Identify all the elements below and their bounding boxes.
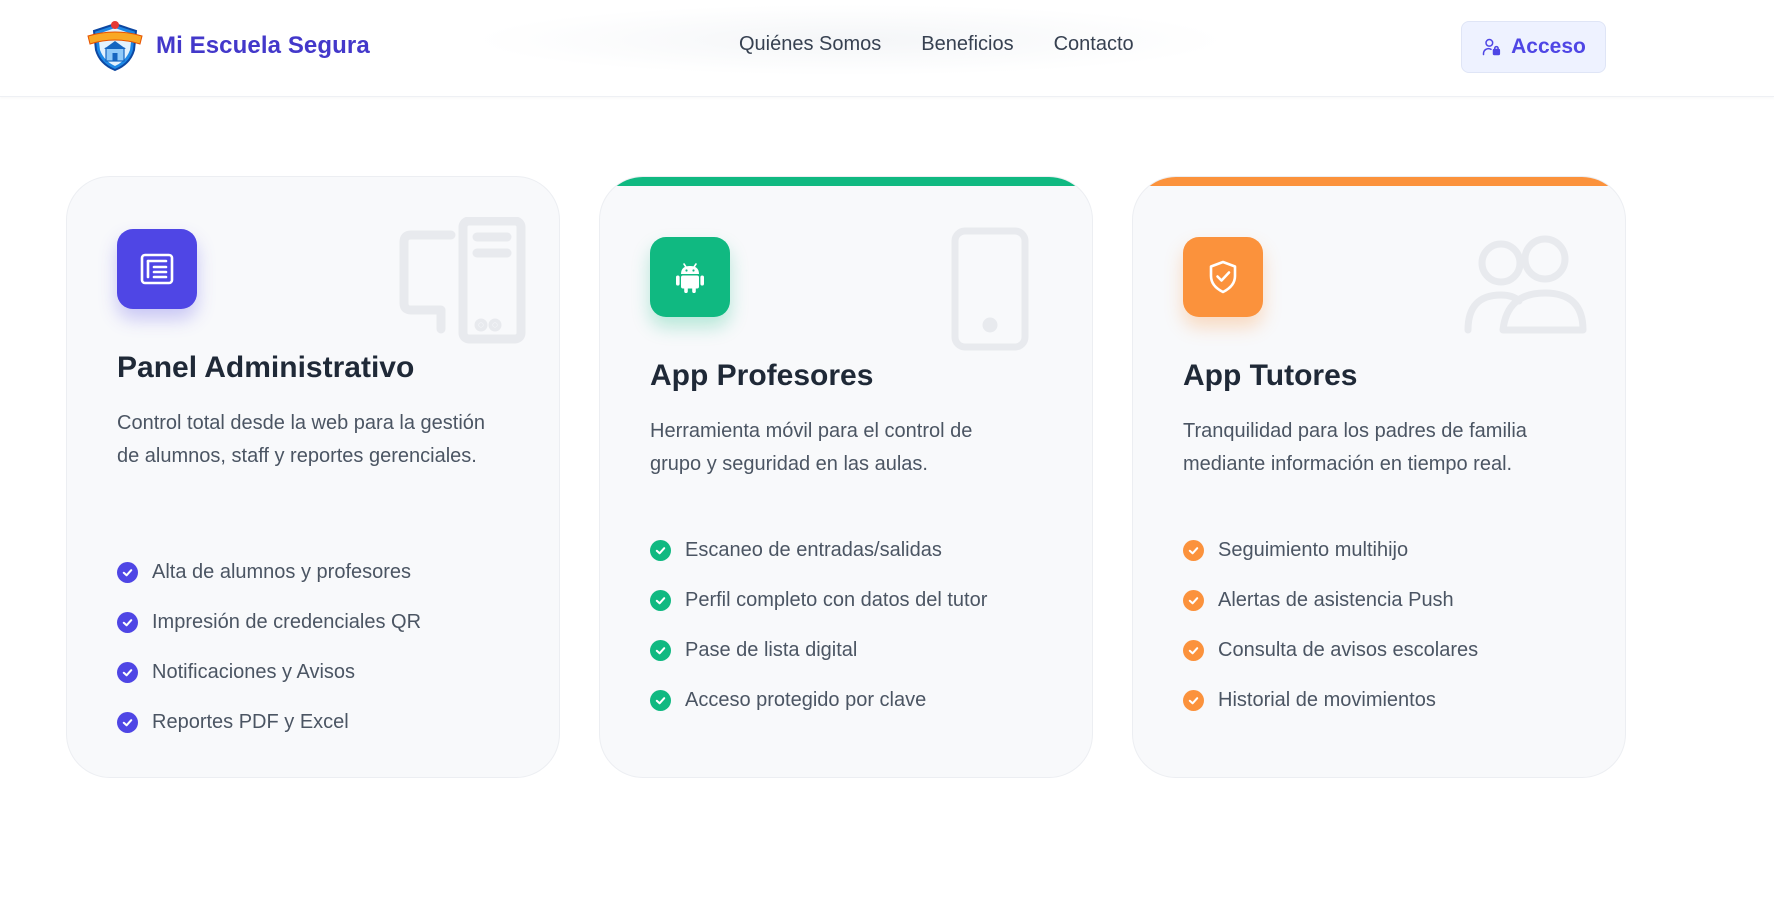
check-circle-icon — [117, 561, 138, 583]
feature-item: Impresión de credenciales QR — [117, 597, 421, 647]
card-icon-tile — [1183, 237, 1263, 317]
site-header: Mi Escuela Segura Quiénes Somos Benefici… — [0, 0, 1774, 97]
feature-item: Reportes PDF y Excel — [117, 697, 421, 747]
check-circle-icon — [650, 539, 671, 561]
check-circle-icon — [1183, 539, 1204, 561]
feature-text: Alertas de asistencia Push — [1218, 588, 1454, 611]
feature-text: Alta de alumnos y profesores — [152, 560, 412, 583]
feature-list: Escaneo de entradas/salidas Perfil compl… — [650, 525, 987, 725]
school-shield-logo-icon — [87, 21, 143, 72]
feature-text: Seguimiento multihijo — [1218, 538, 1409, 561]
card-app-profesores: App Profesores Herramienta móvil para el… — [599, 176, 1093, 778]
feature-item: Notificaciones y Avisos — [117, 647, 421, 697]
nav-link-quienes-somos[interactable]: Quiénes Somos — [739, 33, 881, 56]
feature-text: Pase de lista digital — [685, 638, 858, 661]
main-nav: Quiénes Somos Beneficios Contacto — [739, 33, 1134, 56]
check-circle-icon — [650, 639, 671, 661]
check-circle-icon — [117, 661, 138, 683]
check-circle-icon — [650, 589, 671, 611]
card-description: Herramienta móvil para el control de gru… — [650, 420, 973, 475]
feature-item: Alta de alumnos y profesores — [117, 547, 421, 597]
card-icon-tile — [650, 237, 730, 317]
feature-text: Reportes PDF y Excel — [152, 710, 349, 733]
nav-link-beneficios[interactable]: Beneficios — [921, 33, 1013, 56]
brand-name: Mi Escuela Segura — [156, 32, 370, 59]
feature-text: Acceso protegido por clave — [685, 688, 927, 711]
check-circle-icon — [1183, 689, 1204, 711]
feature-item: Historial de movimientos — [1183, 675, 1478, 725]
feature-text: Escaneo de entradas/salidas — [685, 538, 942, 561]
feature-item: Pase de lista digital — [650, 625, 987, 675]
brand-link[interactable]: Mi Escuela Segura — [86, 20, 370, 72]
feature-item: Escaneo de entradas/salidas — [650, 525, 987, 575]
feature-text: Historial de movimientos — [1218, 688, 1436, 711]
feature-text: Perfil completo con datos del tutor — [685, 588, 988, 611]
feature-item: Perfil completo con datos del tutor — [650, 575, 987, 625]
check-circle-icon — [1183, 589, 1204, 611]
feature-item: Alertas de asistencia Push — [1183, 575, 1478, 625]
android-icon — [676, 263, 704, 293]
user-lock-icon — [1482, 38, 1501, 56]
card-title: Panel Administrativo — [117, 351, 415, 384]
card-panel-administrativo: Panel Administrativo Control total desde… — [66, 176, 560, 778]
desktop-computer-icon — [399, 217, 526, 344]
check-circle-icon — [117, 711, 138, 733]
feature-item: Seguimiento multihijo — [1183, 525, 1478, 575]
check-circle-icon — [650, 689, 671, 711]
feature-item: Consulta de avisos escolares — [1183, 625, 1478, 675]
shield-check-icon — [1209, 260, 1237, 294]
card-icon-tile — [117, 229, 197, 309]
feature-list: Seguimiento multihijo Alertas de asisten… — [1183, 525, 1478, 725]
card-description: Control total desde la web para la gesti… — [117, 412, 486, 467]
feature-text: Notificaciones y Avisos — [152, 660, 356, 683]
newspaper-icon — [140, 253, 174, 285]
feature-item: Acceso protegido por clave — [650, 675, 987, 725]
login-button[interactable]: Acceso — [1461, 21, 1606, 73]
feature-text: Consulta de avisos escolares — [1218, 638, 1479, 661]
nav-link-contacto[interactable]: Contacto — [1054, 33, 1134, 56]
login-button-label: Acceso — [1511, 35, 1586, 58]
smartphone-icon — [951, 227, 1029, 351]
check-circle-icon — [117, 611, 138, 633]
card-description: Tranquilidad para los padres de familia … — [1183, 420, 1527, 475]
check-circle-icon — [1183, 639, 1204, 661]
card-app-tutores: App Tutores Tranquilidad para los padres… — [1132, 176, 1626, 778]
users-icon — [1464, 235, 1587, 334]
feature-text: Impresión de credenciales QR — [152, 610, 422, 633]
feature-list: Alta de alumnos y profesores Impresión d… — [117, 547, 421, 747]
card-title: App Tutores — [1183, 359, 1358, 392]
card-title: App Profesores — [650, 359, 874, 392]
